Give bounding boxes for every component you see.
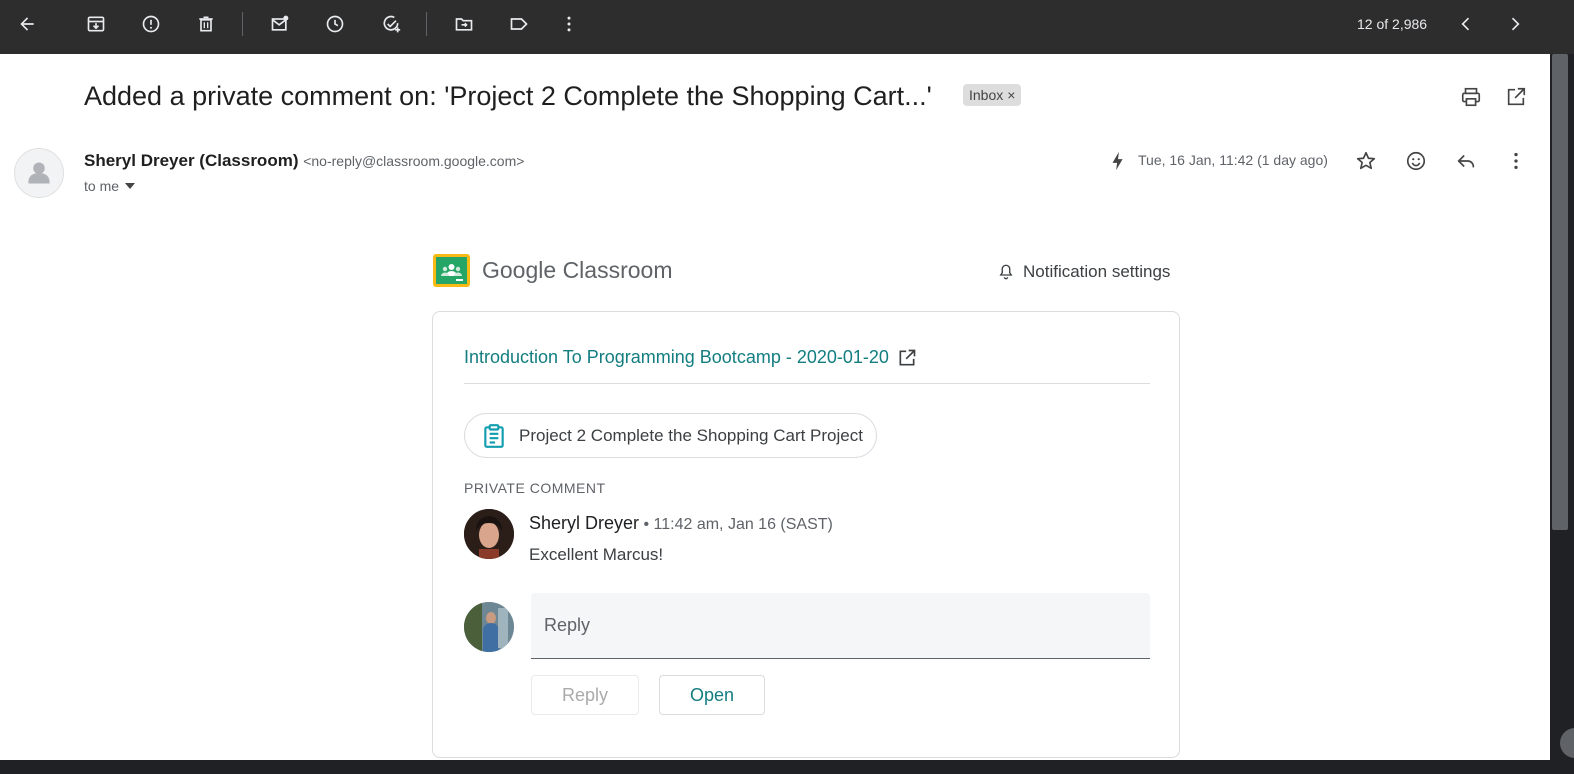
snooze-icon[interactable] <box>323 12 347 36</box>
external-link-icon <box>899 349 916 365</box>
recipient-details-toggle[interactable]: to me <box>84 178 136 194</box>
star-icon[interactable] <box>1354 149 1378 173</box>
inbox-label-text: Inbox <box>969 87 1004 103</box>
comment-text: Excellent Marcus! <box>529 545 664 564</box>
delete-icon[interactable] <box>194 12 218 36</box>
commenter-avatar <box>464 509 514 559</box>
bell-icon <box>999 264 1013 280</box>
sender-name-text: Sheryl Dreyer (Classroom) <box>84 151 299 170</box>
print-icon[interactable] <box>1459 85 1483 109</box>
back-arrow-icon[interactable] <box>15 12 39 36</box>
course-title-link[interactable]: Introduction To Programming Bootcamp - 2… <box>464 347 917 368</box>
sender-name[interactable]: Sheryl Dreyer (Classroom) <no-reply@clas… <box>84 151 524 171</box>
label-icon[interactable] <box>507 12 531 36</box>
inbox-label-chip[interactable]: Inbox × <box>963 84 1022 106</box>
notification-settings-label: Notification settings <box>1023 262 1171 281</box>
comment-author: Sheryl Dreyer <box>529 513 640 533</box>
comment-timestamp: • 11:42 am, Jan 16 (SAST) <box>639 516 833 533</box>
brand-classroom: Classroom <box>562 257 673 283</box>
toolbar-divider <box>242 12 243 36</box>
mark-unread-icon[interactable] <box>268 12 292 36</box>
user-avatar <box>464 602 514 652</box>
divider <box>464 383 1150 384</box>
add-task-icon[interactable] <box>379 12 403 36</box>
chevron-down-icon <box>125 183 136 189</box>
toolbar-divider <box>426 12 427 36</box>
reply-icon[interactable] <box>1454 149 1478 173</box>
newer-chevron-icon[interactable] <box>1454 12 1478 36</box>
assignment-title: Project 2 Complete the Shopping Cart Pro… <box>519 425 863 445</box>
recipient-text: to me <box>84 178 120 194</box>
more-vert-icon[interactable] <box>1504 149 1528 173</box>
report-spam-icon[interactable] <box>139 12 163 36</box>
comment-header: Sheryl Dreyer • 11:42 am, Jan 16 (SAST) <box>529 513 833 534</box>
lightning-icon <box>1106 149 1130 173</box>
classroom-card: Introduction To Programming Bootcamp - 2… <box>432 311 1180 758</box>
brand-google: Google <box>482 257 557 283</box>
reply-input[interactable] <box>531 593 1150 659</box>
open-button[interactable]: Open <box>659 675 765 715</box>
course-title: Introduction To Programming Bootcamp - 2… <box>464 347 889 367</box>
section-label: PRIVATE COMMENT <box>464 480 606 496</box>
email-subject: Added a private comment on: 'Project 2 C… <box>84 81 932 111</box>
email-view: Added a private comment on: 'Project 2 C… <box>0 54 1550 760</box>
scrollbar-thumb[interactable] <box>1552 54 1568 530</box>
toolbar: 12 of 2,986 <box>0 0 1574 54</box>
page-count: 12 of 2,986 <box>1357 16 1428 32</box>
archive-icon[interactable] <box>84 12 108 36</box>
classroom-brand: Google Classroom <box>482 257 672 284</box>
open-in-new-window-icon[interactable] <box>1504 85 1528 109</box>
email-date: Tue, 16 Jan, 11:42 (1 day ago) <box>1138 152 1328 168</box>
notification-settings-link[interactable]: Notification settings <box>997 262 1170 282</box>
emoji-reaction-icon[interactable] <box>1404 149 1428 173</box>
sender-avatar[interactable] <box>14 148 64 198</box>
older-chevron-icon[interactable] <box>1503 12 1527 36</box>
classroom-logo-icon <box>433 254 470 287</box>
remove-label-icon[interactable]: × <box>1007 87 1015 103</box>
move-to-icon[interactable] <box>452 12 476 36</box>
more-vert-icon[interactable] <box>557 12 581 36</box>
assignment-chip[interactable]: Project 2 Complete the Shopping Cart Pro… <box>464 413 877 458</box>
reply-button[interactable]: Reply <box>531 675 639 715</box>
sender-email: <no-reply@classroom.google.com> <box>303 153 525 169</box>
assignment-icon <box>484 423 504 448</box>
